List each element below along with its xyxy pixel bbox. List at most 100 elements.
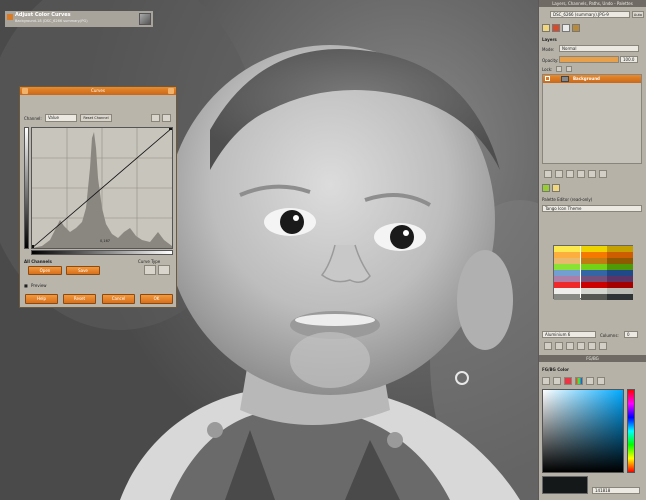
palette-swatch[interactable] <box>554 246 581 252</box>
palette-name-field: Tango Icon Theme <box>542 205 642 212</box>
curves-header: Adjust Color Curves Background-18 (DSC_6… <box>5 11 153 27</box>
cancel-button[interactable]: Cancel <box>102 294 135 304</box>
channel-label: Channel: <box>24 116 42 121</box>
layer-name: Background <box>573 76 600 81</box>
tab-paths[interactable] <box>562 24 570 32</box>
ok-button[interactable]: OK <box>140 294 173 304</box>
new-layer-button[interactable] <box>544 170 552 178</box>
palette-swatch[interactable] <box>607 270 634 276</box>
zoom-in-button[interactable] <box>588 342 596 350</box>
raise-layer-button[interactable] <box>555 170 563 178</box>
delete-color-button[interactable] <box>566 342 574 350</box>
curves-graph[interactable] <box>31 127 173 249</box>
palette-swatch[interactable] <box>580 252 607 258</box>
color-selector-tabs <box>542 377 605 386</box>
palette-swatch[interactable] <box>580 258 607 264</box>
zoom-all-button[interactable] <box>599 342 607 350</box>
opacity-slider[interactable] <box>559 56 619 63</box>
palette-swatch[interactable] <box>607 258 634 264</box>
curve-freehand-button[interactable] <box>158 265 170 275</box>
duplicate-layer-button[interactable] <box>577 170 585 178</box>
reset-channel-button[interactable]: Reset Channel <box>80 114 112 122</box>
auto-button[interactable]: Auto <box>632 11 644 18</box>
value-gradient-vertical <box>24 127 29 249</box>
lock-alpha-checkbox[interactable] <box>566 66 572 72</box>
palette-swatch[interactable] <box>554 282 581 288</box>
palette-swatch[interactable] <box>554 288 581 294</box>
palette-swatch[interactable] <box>607 252 634 258</box>
palette-swatch[interactable] <box>554 294 581 300</box>
palette-swatch[interactable] <box>554 264 581 270</box>
palette-swatch[interactable] <box>607 288 634 294</box>
color-square[interactable] <box>542 389 624 473</box>
palette-swatch[interactable] <box>580 294 607 300</box>
curves-heading: Adjust Color Curves <box>15 12 71 18</box>
delete-layer-button[interactable] <box>599 170 607 178</box>
reset-button[interactable]: Reset <box>63 294 96 304</box>
preview-checkbox[interactable]: ■ <box>24 283 28 288</box>
hex-field[interactable]: 141818 <box>592 487 640 494</box>
palette-swatch[interactable] <box>554 258 581 264</box>
edit-color-button[interactable] <box>544 342 552 350</box>
linear-histogram-button[interactable] <box>151 114 160 122</box>
lock-label: Lock: <box>542 67 553 72</box>
anchor-layer-button[interactable] <box>588 170 596 178</box>
triangle-selector-tab[interactable] <box>564 377 572 385</box>
palette-grid[interactable] <box>553 245 634 300</box>
hue-strip[interactable] <box>627 389 635 473</box>
color-name-field[interactable]: Aluminium 6 <box>542 331 596 338</box>
palette-swatch[interactable] <box>580 270 607 276</box>
tab-palette-editor[interactable] <box>552 184 560 192</box>
palette-swatch[interactable] <box>554 252 581 258</box>
close-icon[interactable] <box>168 88 174 94</box>
layer-row-background[interactable]: Background <box>543 75 641 83</box>
zoom-out-button[interactable] <box>577 342 585 350</box>
layer-thumbnail <box>561 76 569 82</box>
dock-tabs <box>542 24 580 33</box>
lock-pixels-checkbox[interactable] <box>556 66 562 72</box>
palette-swatch[interactable] <box>607 246 634 252</box>
all-channels-label: All Channels <box>24 259 52 264</box>
curve-smooth-button[interactable] <box>144 265 156 275</box>
opacity-value[interactable]: 100.0 <box>620 56 638 63</box>
palette-swatch[interactable] <box>554 270 581 276</box>
eye-icon[interactable] <box>545 76 550 81</box>
columns-field[interactable]: 0 <box>624 331 638 338</box>
tab-undo[interactable] <box>572 24 580 32</box>
channel-select[interactable]: Value <box>45 114 77 122</box>
palette-swatch[interactable] <box>580 288 607 294</box>
fgbg-dock-title: FG/BG <box>539 355 646 362</box>
foreground-swatch[interactable] <box>542 476 588 494</box>
wheel-selector-tab[interactable] <box>597 377 605 385</box>
tab-channels[interactable] <box>552 24 560 32</box>
curves-titlebar[interactable]: Curves <box>20 87 176 95</box>
new-color-button[interactable] <box>555 342 563 350</box>
curves-icon <box>7 14 13 20</box>
open-button[interactable]: Open <box>28 266 62 275</box>
layers-list: Background <box>542 74 642 164</box>
curve-type-label: Curve Type <box>138 259 161 264</box>
lower-layer-button[interactable] <box>566 170 574 178</box>
palette-swatch[interactable] <box>580 264 607 270</box>
help-button[interactable]: Help <box>25 294 58 304</box>
scales-selector-tab[interactable] <box>586 377 594 385</box>
save-button[interactable]: Save <box>66 266 100 275</box>
palette-swatch[interactable] <box>607 294 634 300</box>
palette-panel-title: Palette Editor (read-only) <box>542 197 593 202</box>
gimp-selector-tab[interactable] <box>542 377 550 385</box>
opacity-label: Opacity: <box>542 58 559 63</box>
palette-swatch[interactable] <box>580 282 607 288</box>
log-histogram-button[interactable] <box>162 114 171 122</box>
palette-swatch[interactable] <box>554 276 581 282</box>
watercolor-selector-tab[interactable] <box>575 377 583 385</box>
palette-swatch[interactable] <box>607 282 634 288</box>
palette-swatch[interactable] <box>607 264 634 270</box>
tab-layers[interactable] <box>542 24 550 32</box>
cmyk-selector-tab[interactable] <box>553 377 561 385</box>
palette-swatch[interactable] <box>580 276 607 282</box>
tab-palettes[interactable] <box>542 184 550 192</box>
image-selector[interactable]: DSC_6266 (summary).JPG-9 <box>550 11 630 18</box>
palette-swatch[interactable] <box>580 246 607 252</box>
mode-select[interactable]: Normal <box>559 45 639 52</box>
palette-swatch[interactable] <box>607 276 634 282</box>
